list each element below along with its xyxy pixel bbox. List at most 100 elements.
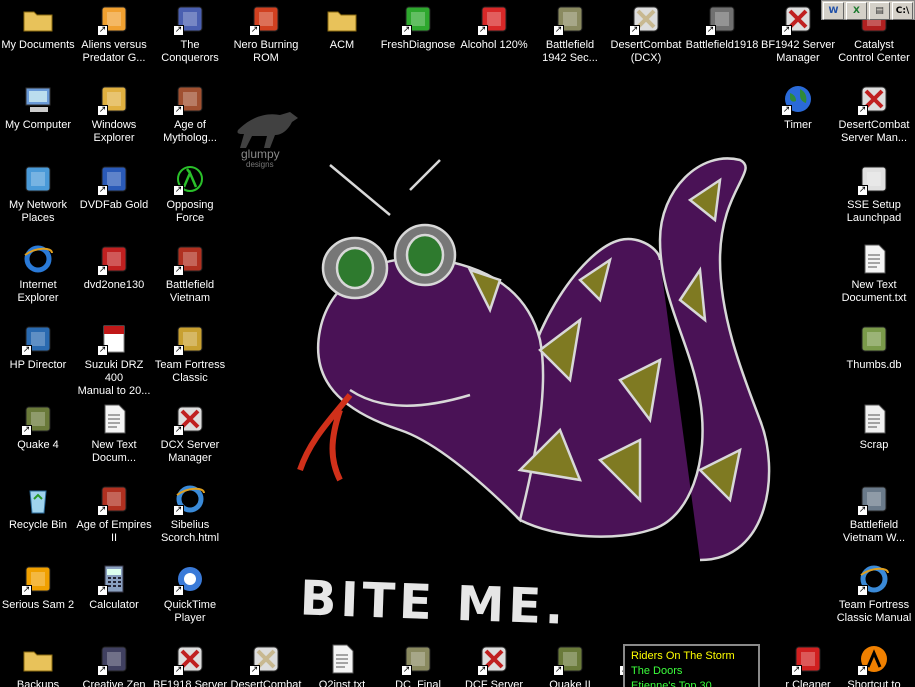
console-icon[interactable]: C:\	[892, 2, 913, 20]
desktop-icon[interactable]: Internet Explorer	[0, 240, 76, 320]
shortcut-arrow-icon: ↗	[249, 665, 260, 676]
desktop-icon[interactable]: ↗ Team Fortress Classic Manual	[836, 560, 912, 640]
shortcut-arrow-icon: ↗	[173, 265, 184, 276]
desktop-icon[interactable]: ↗ DesertCombat (DCX)	[608, 0, 684, 80]
desktop-icon[interactable]: ↗ DC_Final	[380, 640, 456, 687]
shortcut-arrow-icon: ↗	[97, 585, 108, 596]
desktop-icon[interactable]: New Text Document.txt	[836, 240, 912, 320]
desktop-icon-label: Internet Explorer	[17, 279, 59, 304]
desktop-icon[interactable]: ↗ BF1918 Server	[152, 640, 228, 687]
winamp-playlist[interactable]: Riders On The Storm The Doors Etienne's …	[623, 644, 760, 687]
desktop-icon[interactable]: ↗ Suzuki DRZ 400 Manual to 20...	[76, 320, 152, 400]
desktop-icon-label: My Documents	[1, 39, 75, 51]
shortcut-arrow-icon: ↗	[97, 185, 108, 196]
desktop-icon-label: DCX Server Manager	[160, 439, 220, 464]
desktop-icon[interactable]: ↗ DVDFab Gold	[76, 160, 152, 240]
word-icon[interactable]: W	[823, 2, 844, 20]
avp-icon: ↗	[97, 3, 130, 36]
desktop-icon[interactable]: Thumbs.db	[836, 320, 912, 400]
desktop-icon[interactable]: ↗ HP Director	[0, 320, 76, 400]
shortcut-arrow-icon: ↗	[477, 25, 488, 36]
desktop-icon[interactable]: ↗ Team Fortress Classic	[152, 320, 228, 400]
desktop-icon[interactable]: New Text Docum...	[76, 400, 152, 480]
desktop-icon[interactable]: ↗ Alcohol 120%	[456, 0, 532, 80]
desktop-icon-label: QuickTime Player	[163, 599, 217, 624]
shortcut-arrow-icon: ↗	[857, 105, 868, 116]
freshdiagnose-icon: ↗	[401, 3, 434, 36]
desktop-icon[interactable]: ACM	[304, 0, 380, 80]
desktop-icon[interactable]: Scrap	[836, 400, 912, 480]
desktop[interactable]: glumpy designs BITE ME. My Documents ↗ A…	[0, 0, 915, 687]
desktop-icon[interactable]: ↗ Creative Zen	[76, 640, 152, 687]
desktop-icon[interactable]: ↗ Quake II	[532, 640, 608, 687]
shortcut-arrow-icon: ↗	[781, 105, 792, 116]
desktop-icon[interactable]: Backups	[0, 640, 76, 687]
shortcut-arrow-icon: ↗	[857, 585, 868, 596]
desktop-icon-label: Serious Sam 2	[1, 599, 75, 611]
desktop-icon-label: Battlefield 1942 Sec...	[542, 39, 598, 64]
desktop-icon[interactable]: ↗ Battlefield1918	[684, 0, 760, 80]
shortcut-arrow-icon: ↗	[401, 665, 412, 676]
playlist-line-2: The Doors	[631, 665, 683, 677]
desktop-icon[interactable]: ↗ Nero Burning ROM	[228, 0, 304, 80]
desktop-icon[interactable]: Recycle Bin	[0, 480, 76, 560]
desktop-icon[interactable]: ↗ SSE Setup Launchpad	[836, 160, 912, 240]
desktop-icon[interactable]: ↗ Sibelius Scorch.html	[152, 480, 228, 560]
folder-doc-icon	[22, 3, 54, 35]
desktop-icon[interactable]: Q2inst.txt	[304, 640, 380, 687]
desktop-icon[interactable]: ↗ Opposing Force	[152, 160, 228, 240]
desktop-icon[interactable]: ↗ DesertCombat Server Man...	[836, 80, 912, 160]
desktop-icon[interactable]: ↗ Calculator	[76, 560, 152, 640]
desktop-icon-label: Thumbs.db	[846, 359, 902, 371]
desktop-icon-label: New Text Docum...	[91, 439, 137, 464]
desertcombat-icon: ↗	[629, 3, 662, 36]
cleaner-icon: ↗	[791, 643, 824, 676]
desktop-icon[interactable]: ↗ r Cleaner	[770, 640, 846, 687]
desktop-icon[interactable]: ↗ Serious Sam 2	[0, 560, 76, 640]
doc-icon[interactable]: ▤	[869, 2, 890, 20]
desktop-icon[interactable]: ↗ FreshDiagnose	[380, 0, 456, 80]
shortcut-arrow-icon: ↗	[173, 105, 184, 116]
desktop-icon[interactable]: ↗ Age of Mytholog...	[152, 80, 228, 160]
desktop-icon[interactable]: My Computer	[0, 80, 76, 160]
desktop-icon-label: ACM	[329, 39, 355, 51]
dvdfab-icon: ↗	[97, 163, 130, 196]
desktop-icon[interactable]: My Documents	[0, 0, 76, 80]
calculator-icon: ↗	[97, 563, 130, 596]
text-doc-icon	[326, 643, 358, 675]
desktop-icon[interactable]: ↗ Windows Explorer	[76, 80, 152, 160]
desktop-icon-label: DesertCombat Server Man...	[838, 119, 910, 144]
excel-icon[interactable]: X	[846, 2, 867, 20]
shortcut-arrow-icon: ↗	[97, 105, 108, 116]
desktop-icon[interactable]: ↗ QuickTime Player	[152, 560, 228, 640]
scrap-icon	[858, 403, 890, 435]
desktop-icon-label: HP Director	[9, 359, 67, 371]
network-icon	[22, 163, 54, 195]
desktop-icon[interactable]: ↗ Battlefield Vietnam	[152, 240, 228, 320]
desktop-icon[interactable]: ↗ Shortcut to	[836, 640, 912, 687]
desktop-icon-label: Alcohol 120%	[460, 39, 528, 51]
desktop-icon[interactable]: ↗ Timer	[760, 80, 836, 160]
desktop-icon[interactable]: ↗ Battlefield 1942 Sec...	[532, 0, 608, 80]
desktop-icon[interactable]: ↗ dvd2one130	[76, 240, 152, 320]
desktop-icon[interactable]: ↗ DCX Server Manager	[152, 400, 228, 480]
shortcut-arrow-icon: ↗	[781, 25, 792, 36]
desktop-icon-label: DesertCombat	[230, 679, 302, 687]
zen-icon: ↗	[97, 643, 130, 676]
desktop-icon-label: Nero Burning ROM	[233, 39, 299, 64]
desktop-icon[interactable]: My Network Places	[0, 160, 76, 240]
tfc-icon: ↗	[173, 323, 206, 356]
shortcut-arrow-icon: ↗	[477, 665, 488, 676]
shortcut-arrow-icon: ↗	[173, 425, 184, 436]
desktop-icon[interactable]: ↗ DCF Server	[456, 640, 532, 687]
folder-icon	[22, 643, 54, 675]
desktop-icon[interactable]: ↗ Age of Empires II	[76, 480, 152, 560]
desktop-icon[interactable]: ↗ Battlefield Vietnam W...	[836, 480, 912, 560]
desktop-icon[interactable]: ↗ Aliens versus Predator G...	[76, 0, 152, 80]
dvd2one-icon: ↗	[97, 243, 130, 276]
desktop-icon[interactable]: ↗ The Conquerors	[152, 0, 228, 80]
playlist-line-1: Riders On The Storm	[631, 650, 735, 662]
desktop-icon-label: Creative Zen	[82, 679, 146, 687]
desktop-icon[interactable]: ↗ Quake 4	[0, 400, 76, 480]
desktop-icon[interactable]: ↗ DesertCombat	[228, 640, 304, 687]
